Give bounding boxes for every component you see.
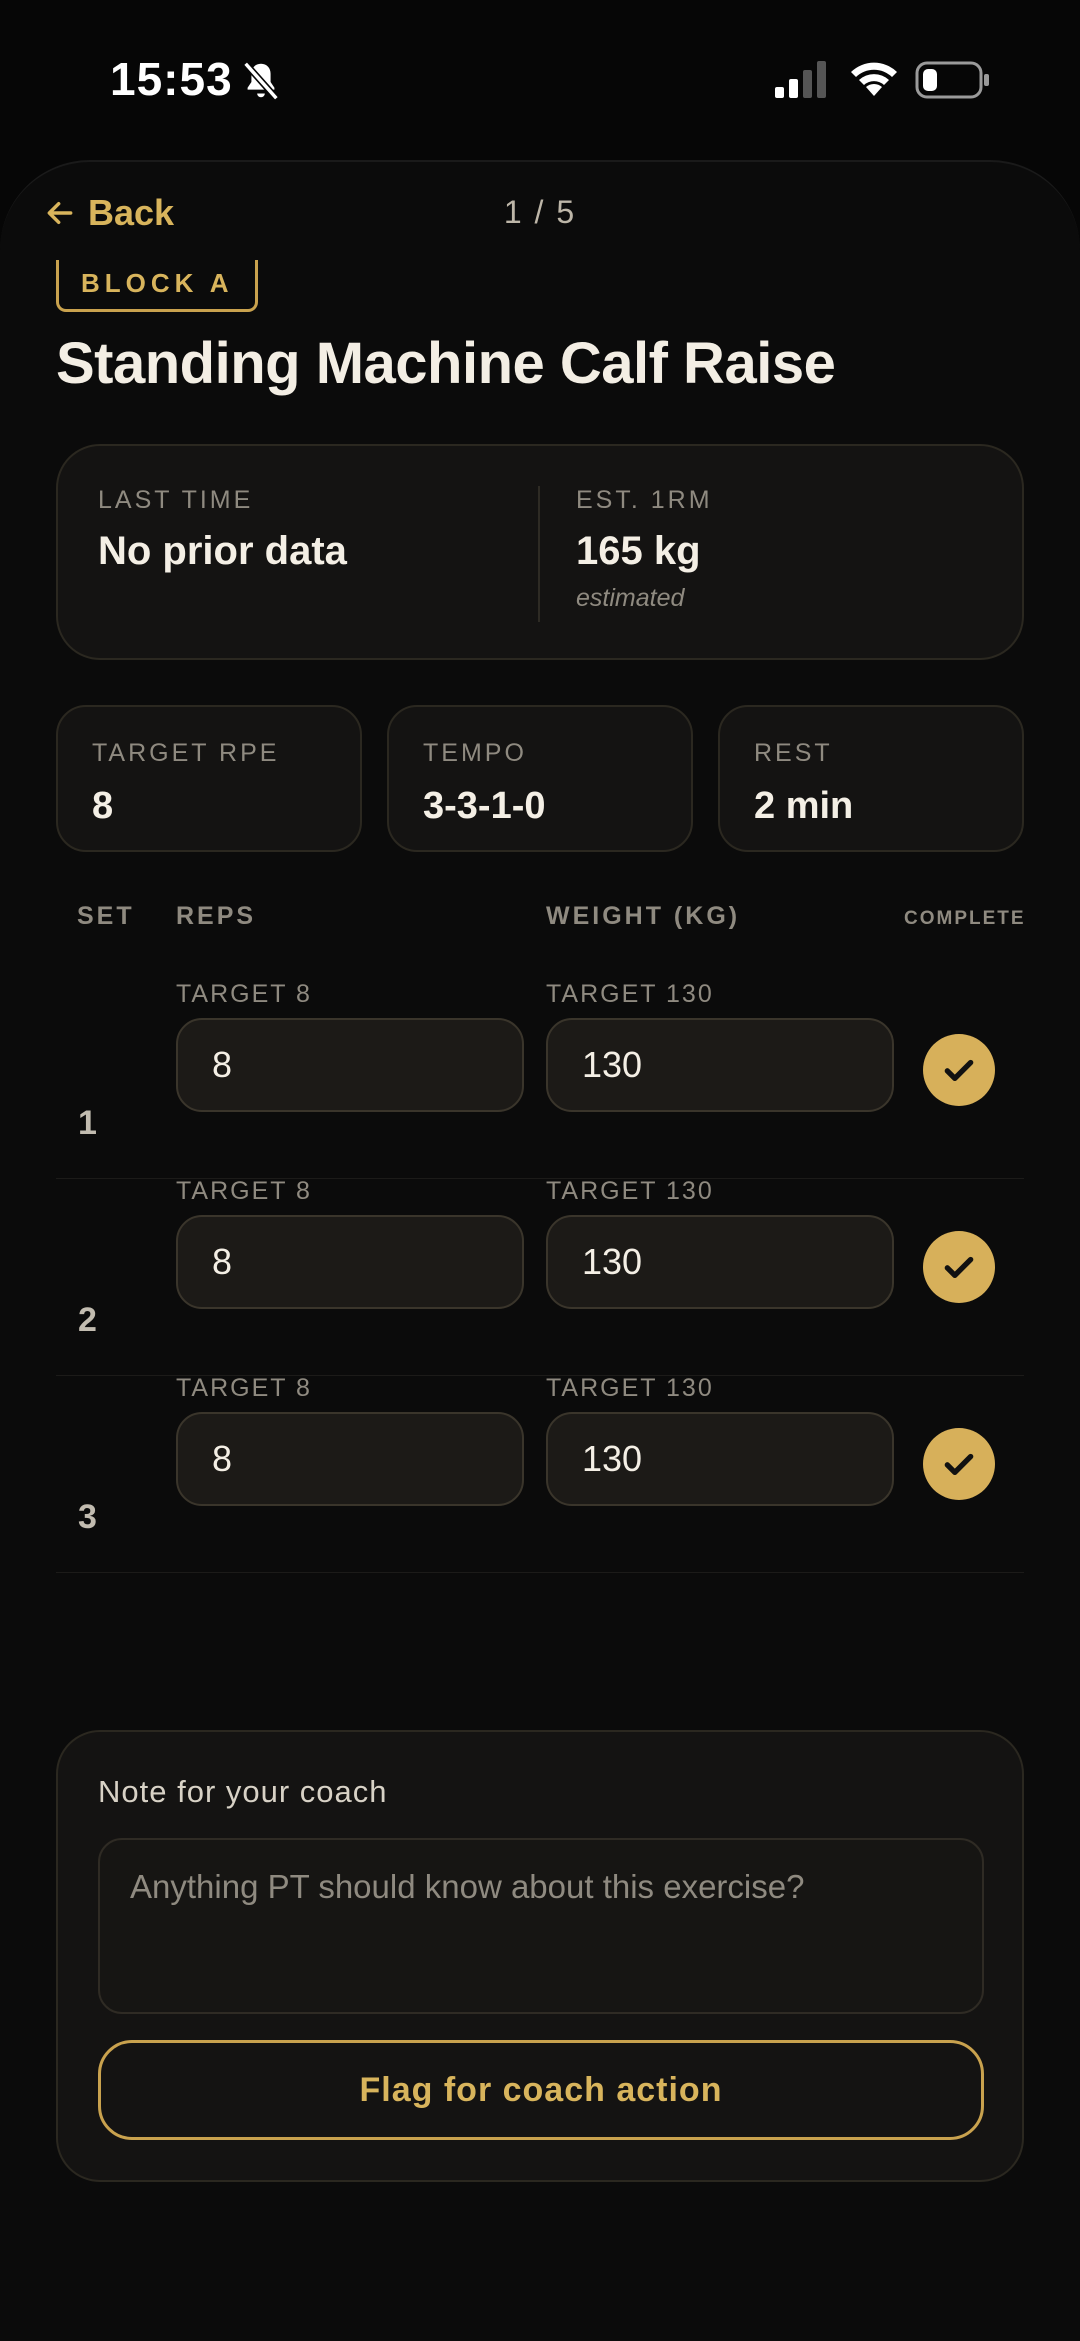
checkmark-icon bbox=[944, 1256, 974, 1278]
reps-input[interactable]: 8 bbox=[176, 1018, 524, 1112]
set-number: 3 bbox=[78, 1498, 97, 1536]
flag-for-coach-button[interactable]: Flag for coach action bbox=[98, 2040, 984, 2140]
last-time-section: LAST TIME No prior data bbox=[98, 486, 347, 574]
complete-check-button[interactable] bbox=[923, 1034, 995, 1106]
complete-check-button[interactable] bbox=[923, 1231, 995, 1303]
set-number: 2 bbox=[78, 1301, 97, 1339]
set-number: 1 bbox=[78, 1104, 97, 1142]
exercise-position: 1 / 5 bbox=[503, 194, 577, 230]
reps-target: TARGET 8 bbox=[176, 1374, 312, 1402]
bell-slash-icon bbox=[243, 61, 279, 101]
weight-target: TARGET 130 bbox=[546, 980, 714, 1008]
last-time-value: No prior data bbox=[98, 529, 347, 573]
weight-input[interactable]: 130 bbox=[546, 1018, 894, 1112]
reps-target: TARGET 8 bbox=[176, 980, 312, 1008]
checkmark-icon bbox=[944, 1059, 974, 1081]
divider bbox=[538, 486, 540, 622]
stat-card-tempo: TEMPO 3-3-1-0 bbox=[387, 705, 693, 852]
est-1rm-section: EST. 1RM 165 kg estimated bbox=[576, 486, 713, 613]
stat-card-target-rpe: TARGET RPE 8 bbox=[56, 705, 362, 852]
stat-value: 8 bbox=[92, 785, 114, 827]
header-weight: WEIGHT (KG) bbox=[546, 902, 741, 930]
reps-target: TARGET 8 bbox=[176, 1177, 312, 1205]
est-1rm-label: EST. 1RM bbox=[576, 486, 713, 514]
weight-target: TARGET 130 bbox=[546, 1374, 714, 1402]
coach-note-card: Note for your coach Anything PT should k… bbox=[56, 1730, 1024, 2182]
history-card: LAST TIME No prior data EST. 1RM 165 kg … bbox=[56, 444, 1024, 660]
est-1rm-value: 165 kg bbox=[576, 529, 701, 573]
set-row: 3 TARGET 8 8 TARGET 130 130 bbox=[56, 1374, 1024, 1573]
note-label: Note for your coach bbox=[98, 1774, 388, 1809]
header-reps: REPS bbox=[176, 902, 257, 930]
header-complete: COMPLETE bbox=[904, 908, 1026, 929]
set-row: 2 TARGET 8 8 TARGET 130 130 bbox=[56, 1177, 1024, 1376]
weight-target: TARGET 130 bbox=[546, 1177, 714, 1205]
exercise-title: Standing Machine Calf Raise bbox=[56, 331, 836, 396]
est-1rm-note: estimated bbox=[576, 584, 685, 612]
top-nav: Back 1 / 5 bbox=[0, 162, 1080, 262]
weight-input[interactable]: 130 bbox=[546, 1215, 894, 1309]
status-time: 15:53 bbox=[110, 53, 233, 105]
block-badge: BLOCK A bbox=[56, 260, 259, 312]
stat-label: TEMPO bbox=[423, 739, 527, 767]
stat-label: TARGET RPE bbox=[92, 739, 280, 767]
exercise-sheet: Back 1 / 5 BLOCK A Standing Machine Calf… bbox=[0, 160, 1080, 2341]
header-set: SET bbox=[77, 902, 135, 930]
screen: 15:53 Back 1 / 5 BLOCK A Standing Machin… bbox=[0, 0, 1080, 2341]
stat-card-rest: REST 2 min bbox=[718, 705, 1024, 852]
battery-icon bbox=[915, 61, 989, 99]
complete-check-button[interactable] bbox=[923, 1428, 995, 1500]
stat-value: 2 min bbox=[754, 785, 854, 827]
weight-input[interactable]: 130 bbox=[546, 1412, 894, 1506]
status-bar: 15:53 bbox=[0, 0, 1080, 160]
stat-label: REST bbox=[754, 739, 833, 767]
reps-input[interactable]: 8 bbox=[176, 1215, 524, 1309]
set-row: 1 TARGET 8 8 TARGET 130 130 bbox=[56, 980, 1024, 1179]
stat-value: 3-3-1-0 bbox=[423, 785, 546, 827]
checkmark-icon bbox=[944, 1453, 974, 1475]
coach-note-input[interactable]: Anything PT should know about this exerc… bbox=[98, 1838, 984, 2014]
last-time-label: LAST TIME bbox=[98, 486, 254, 514]
wifi-icon bbox=[851, 62, 897, 96]
reps-input[interactable]: 8 bbox=[176, 1412, 524, 1506]
signal-icon bbox=[775, 61, 826, 98]
